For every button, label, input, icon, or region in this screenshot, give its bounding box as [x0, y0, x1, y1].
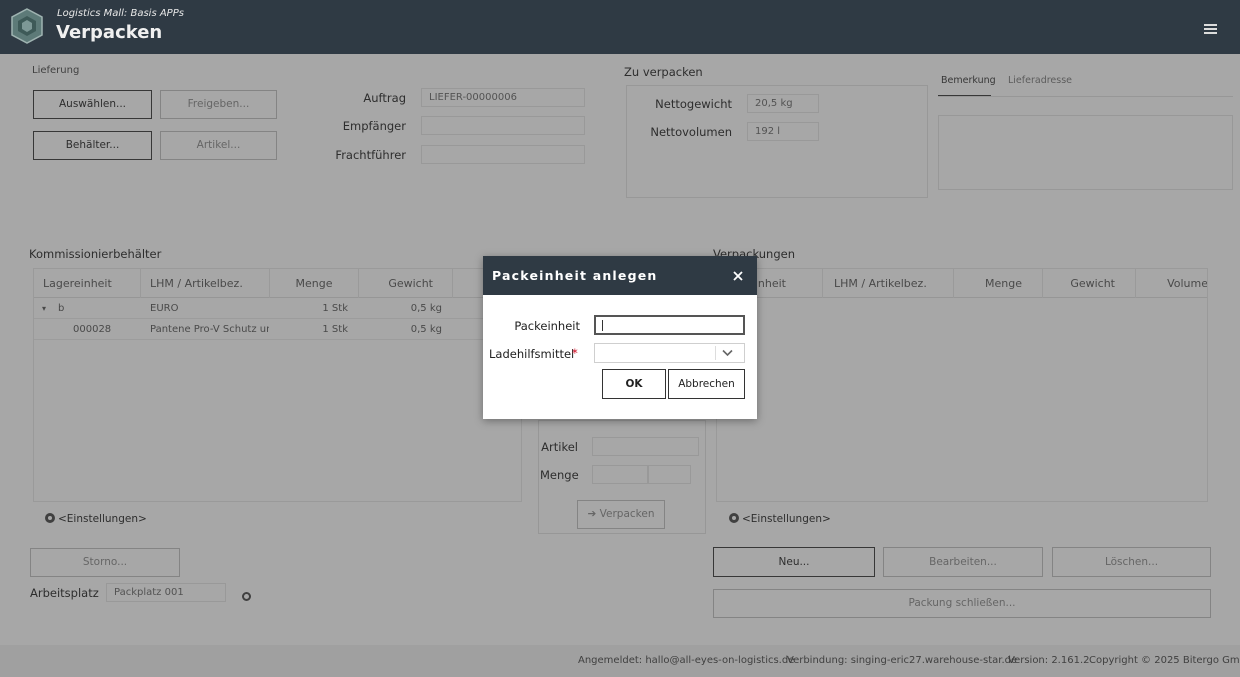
page-title: Verpacken [56, 22, 163, 43]
required-marker: * [572, 346, 578, 360]
app-logo-icon [11, 8, 43, 44]
ladehilfsmittel-select[interactable] [594, 343, 745, 363]
close-icon[interactable] [732, 270, 744, 282]
ladehilfsmittel-label: Ladehilfsmittel [489, 347, 575, 361]
text-cursor [602, 320, 603, 331]
ok-button[interactable]: OK [602, 369, 666, 399]
packeinheit-dialog: Packeinheit anlegen Packeinheit Ladehilf… [483, 256, 757, 419]
packeinheit-label: Packeinheit [514, 319, 580, 333]
packeinheit-input[interactable] [594, 315, 745, 335]
hamburger-menu-icon[interactable] [1204, 24, 1217, 35]
abbrechen-button[interactable]: Abbrechen [668, 369, 745, 399]
app-subtitle: Logistics Mall: Basis APPs [57, 8, 184, 19]
dialog-header: Packeinheit anlegen [483, 256, 757, 295]
chevron-down-icon[interactable] [722, 349, 733, 357]
select-divider [715, 346, 716, 360]
dialog-title: Packeinheit anlegen [492, 268, 658, 283]
top-bar: Logistics Mall: Basis APPs Verpacken [0, 0, 1240, 54]
